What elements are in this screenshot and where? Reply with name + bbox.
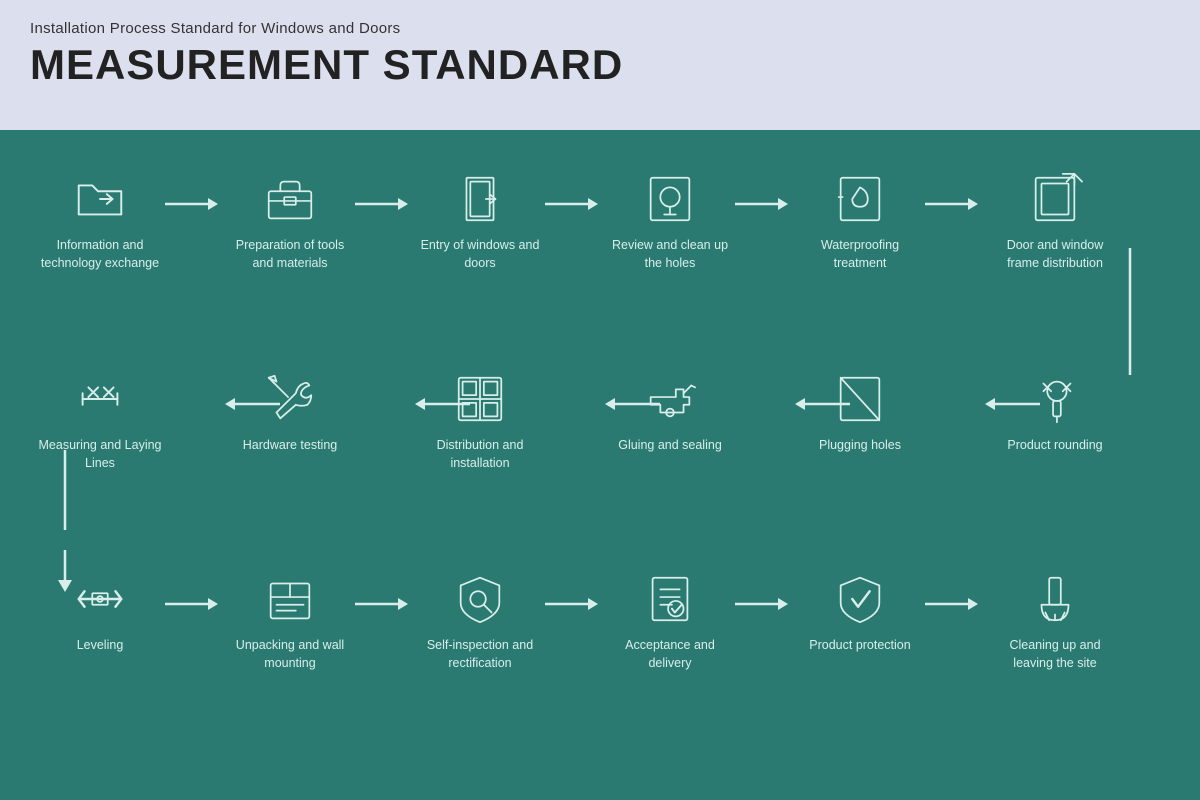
step-16: Acceptance and delivery [605, 570, 735, 672]
step-1: Information and technology exchange [35, 170, 165, 272]
step-6-label: Door and window frame distribution [990, 236, 1120, 272]
protect-icon [831, 570, 889, 628]
step-14-label: Unpacking and wall mounting [225, 636, 355, 672]
step-8-label: Hardware testing [243, 436, 338, 454]
step-3-label: Entry of windows and doors [415, 236, 545, 272]
level-icon [71, 570, 129, 628]
waterproof-icon [831, 170, 889, 228]
step-18-label: Cleaning up and leaving the site [990, 636, 1120, 672]
header-title: MEASUREMENT STANDARD [30, 41, 1170, 89]
step-12-label: Product rounding [1007, 436, 1102, 454]
frame-export-icon [1026, 170, 1084, 228]
step-2: Preparation of tools and materials [225, 170, 355, 272]
step-16-label: Acceptance and delivery [605, 636, 735, 672]
unpack-icon [261, 570, 319, 628]
step-8: Hardware testing [225, 370, 355, 454]
step-15: Self-inspection and rectification [415, 570, 545, 672]
measure-icon [71, 370, 129, 428]
main-content: Information and technology exchange Prep… [0, 130, 1200, 800]
step-5-label: Waterproofing treatment [795, 236, 925, 272]
magnify-icon [641, 170, 699, 228]
clean-icon [1026, 570, 1084, 628]
step-9-label: Distribution and installation [415, 436, 545, 472]
step-7-label: Measuring and Laying Lines [35, 436, 165, 472]
pin-icon [1026, 370, 1084, 428]
step-1-label: Information and technology exchange [35, 236, 165, 272]
grid-install-icon [451, 370, 509, 428]
step-2-label: Preparation of tools and materials [225, 236, 355, 272]
step-11-label: Plugging holes [819, 436, 901, 454]
step-4: Review and clean up the holes [605, 170, 735, 272]
toolbox-icon [261, 170, 319, 228]
glue-gun-icon [641, 370, 699, 428]
step-13: Leveling [35, 570, 165, 654]
step-17: Product protection [795, 570, 925, 654]
step-5: Waterproofing treatment [795, 170, 925, 272]
step-15-label: Self-inspection and rectification [415, 636, 545, 672]
wrench-icon [261, 370, 319, 428]
step-9: Distribution and installation [415, 370, 545, 472]
step-13-label: Leveling [77, 636, 124, 654]
accept-icon [641, 570, 699, 628]
step-6: Door and window frame distribution [990, 170, 1120, 272]
step-7: Measuring and Laying Lines [35, 370, 165, 472]
step-14: Unpacking and wall mounting [225, 570, 355, 672]
header-subtitle: Installation Process Standard for Window… [30, 20, 1170, 37]
step-4-label: Review and clean up the holes [605, 236, 735, 272]
plug-holes-icon [831, 370, 889, 428]
door-enter-icon [451, 170, 509, 228]
self-inspect-icon [451, 570, 509, 628]
header: Installation Process Standard for Window… [0, 0, 1200, 130]
step-11: Plugging holes [795, 370, 925, 454]
step-12: Product rounding [990, 370, 1120, 454]
step-10-label: Gluing and sealing [618, 436, 722, 454]
step-3: Entry of windows and doors [415, 170, 545, 272]
step-17-label: Product protection [809, 636, 910, 654]
step-18: Cleaning up and leaving the site [990, 570, 1120, 672]
folder-icon [71, 170, 129, 228]
step-10: Gluing and sealing [605, 370, 735, 454]
